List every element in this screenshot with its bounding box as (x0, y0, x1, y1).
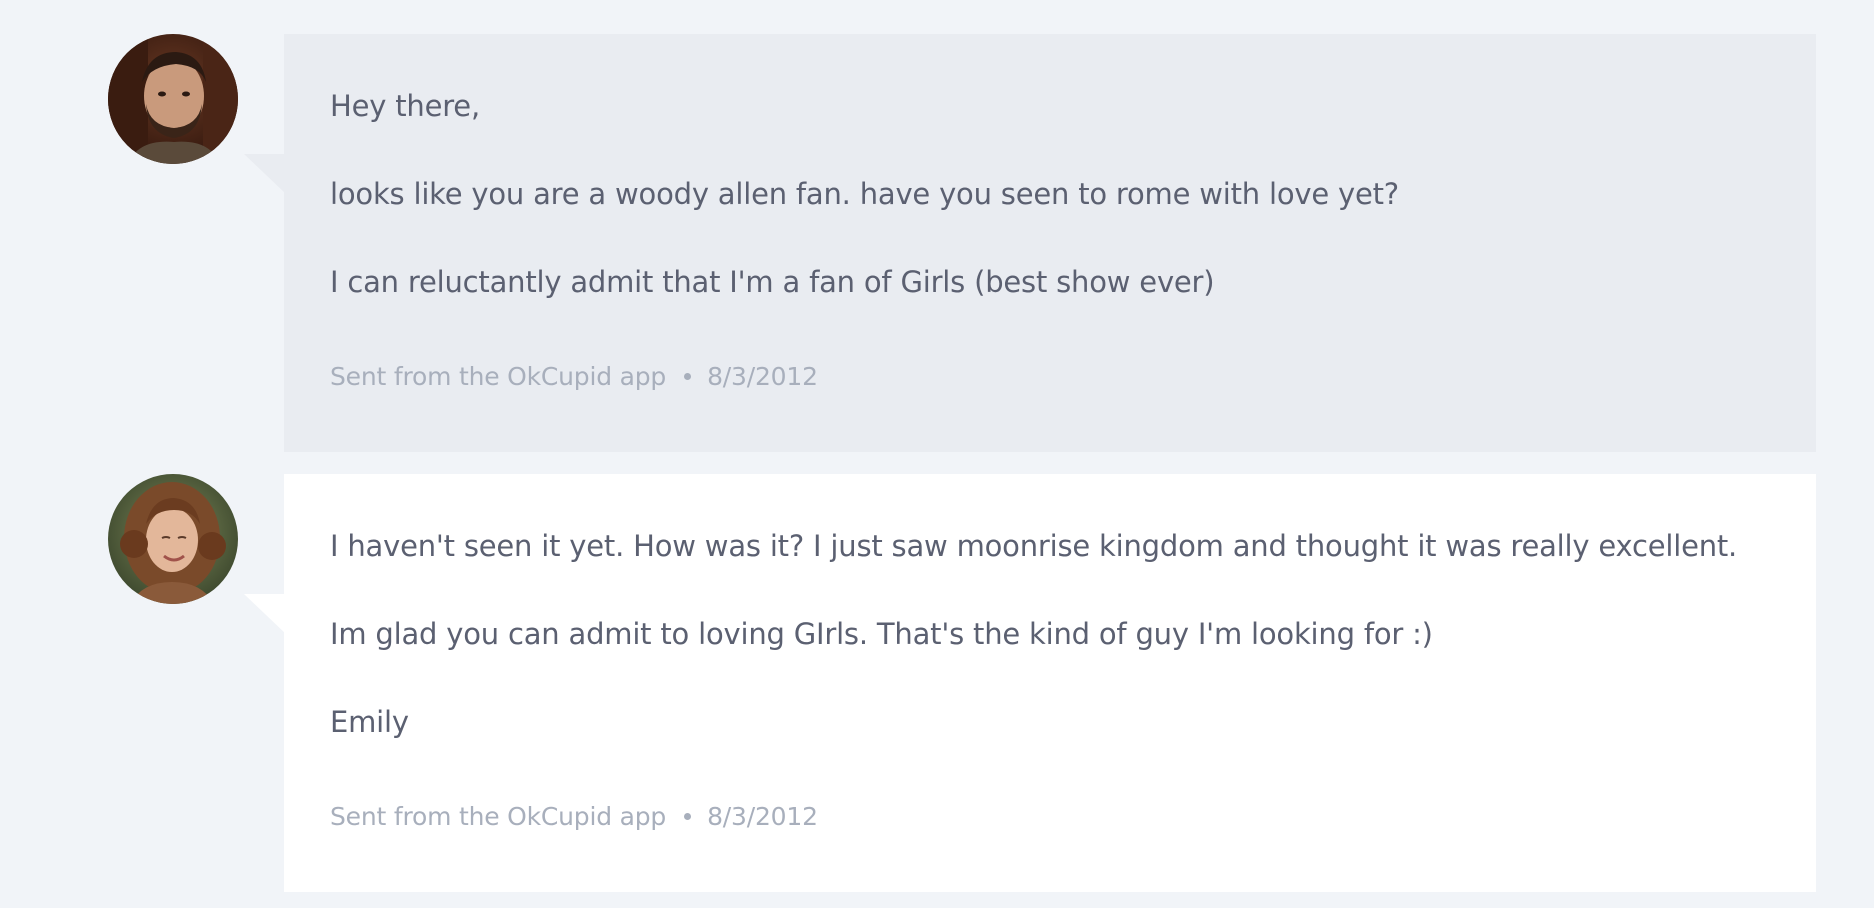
message-paragraph: looks like you are a woody allen fan. ha… (330, 177, 1399, 211)
message-paragraph: Emily (330, 705, 409, 739)
man-avatar-icon (108, 34, 238, 164)
message-paragraph: Im glad you can admit to loving GIrls. T… (330, 617, 1433, 651)
message-bubble: I haven't seen it yet. How was it? I jus… (284, 474, 1816, 892)
message-bubble: Hey there, looks like you are a woody al… (284, 34, 1816, 452)
bubble-tail (244, 154, 286, 194)
message-meta: Sent from the OkCupid app 8/3/2012 (330, 362, 818, 392)
separator-dot (684, 812, 692, 820)
sender-avatar[interactable] (108, 474, 238, 604)
message-source: Sent from the OkCupid app (330, 802, 667, 831)
message-paragraph: I haven't seen it yet. How was it? I jus… (330, 529, 1738, 563)
separator-dot (684, 372, 692, 380)
message-paragraph: I can reluctantly admit that I'm a fan o… (330, 265, 1215, 299)
message-received: Hey there, looks like you are a woody al… (0, 34, 1874, 454)
message-paragraph: Hey there, (330, 89, 480, 123)
message-date: 8/3/2012 (707, 362, 818, 391)
woman-avatar-icon (108, 474, 238, 604)
bubble-tail (244, 594, 286, 634)
message-date: 8/3/2012 (707, 802, 818, 831)
message-source: Sent from the OkCupid app (330, 362, 667, 391)
message-sent: I haven't seen it yet. How was it? I jus… (0, 474, 1874, 894)
sender-avatar[interactable] (108, 34, 238, 164)
message-meta: Sent from the OkCupid app 8/3/2012 (330, 802, 818, 832)
